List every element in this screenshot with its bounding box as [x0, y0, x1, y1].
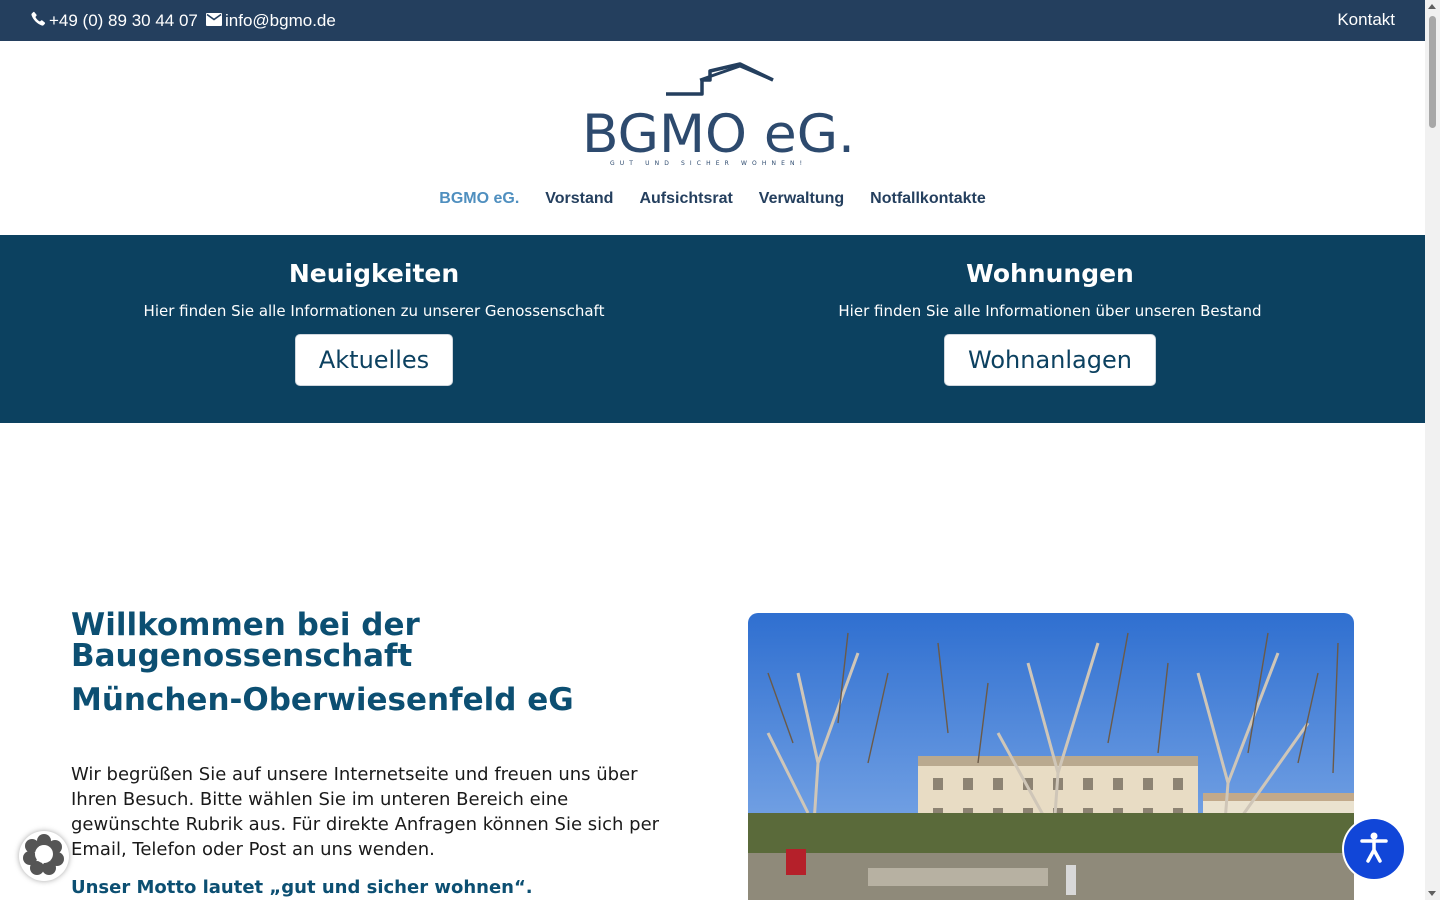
- top-bar: +49 (0) 89 30 44 07 info@bgmo.de Kontakt: [0, 0, 1425, 41]
- welcome-section: Willkommen bei der Baugenossenschaft Mün…: [71, 607, 671, 899]
- welcome-title: Willkommen bei der Baugenossenschaft: [71, 607, 420, 674]
- nav-item-verwaltung[interactable]: Verwaltung: [759, 190, 844, 208]
- logo-wordmark: BGMO eG.: [582, 104, 855, 165]
- feature-band: Neuigkeiten Hier finden Sie alle Informa…: [0, 235, 1425, 423]
- wohnanlagen-button[interactable]: Wohnanlagen: [944, 334, 1156, 386]
- news-column: Neuigkeiten Hier finden Sie alle Informa…: [18, 235, 730, 386]
- phone-number: +49 (0) 89 30 44 07: [49, 11, 198, 30]
- main-nav: BGMO eG. Vorstand Aufsichtsrat Verwaltun…: [0, 190, 1425, 208]
- nav-item-bgmo[interactable]: BGMO eG.: [439, 190, 519, 208]
- nav-item-vorstand[interactable]: Vorstand: [545, 190, 613, 208]
- phone-link[interactable]: +49 (0) 89 30 44 07: [31, 11, 198, 31]
- envelope-icon: [206, 11, 222, 31]
- nav-item-notfallkontakte[interactable]: Notfallkontakte: [870, 190, 986, 208]
- news-title: Neuigkeiten: [288, 259, 460, 288]
- accessibility-button[interactable]: [1344, 819, 1404, 879]
- email-link[interactable]: info@bgmo.de: [206, 11, 336, 31]
- scrollbar-thumb[interactable]: [1429, 16, 1436, 128]
- page: +49 (0) 89 30 44 07 info@bgmo.de Kontakt…: [0, 0, 1425, 900]
- welcome-motto: Unser Motto lautet „gut und sicher wohne…: [71, 877, 533, 898]
- aktuelles-button[interactable]: Aktuelles: [294, 334, 454, 386]
- accessibility-icon: [1357, 830, 1391, 868]
- page-scrollbar[interactable]: [1425, 0, 1440, 900]
- scroll-down-icon[interactable]: [1428, 891, 1436, 896]
- email-address: info@bgmo.de: [225, 11, 336, 30]
- phone-icon: [31, 11, 46, 31]
- scroll-up-icon[interactable]: [1428, 4, 1436, 9]
- housing-column: Wohnungen Hier finden Sie alle Informati…: [694, 235, 1406, 386]
- cookie-settings-button[interactable]: [19, 831, 69, 881]
- logo[interactable]: BGMO eG. GUT UND SICHER WOHNEN!: [580, 60, 860, 170]
- news-text: Hier finden Sie alle Informationen zu un…: [143, 302, 605, 320]
- nav-item-aufsichtsrat[interactable]: Aufsichtsrat: [639, 190, 732, 208]
- logo-roof-icon: [666, 62, 774, 96]
- housing-photo: [748, 613, 1354, 900]
- welcome-subtitle: München-Oberwiesenfeld eG: [71, 682, 574, 718]
- cookie-icon: [22, 832, 66, 880]
- welcome-body: Wir begrüßen Sie auf unsere Internetseit…: [71, 764, 660, 860]
- kontakt-link[interactable]: Kontakt: [1337, 10, 1395, 30]
- logo-tagline: GUT UND SICHER WOHNEN!: [610, 160, 802, 167]
- housing-text: Hier finden Sie alle Informationen über …: [838, 302, 1262, 320]
- housing-title: Wohnungen: [966, 259, 1134, 288]
